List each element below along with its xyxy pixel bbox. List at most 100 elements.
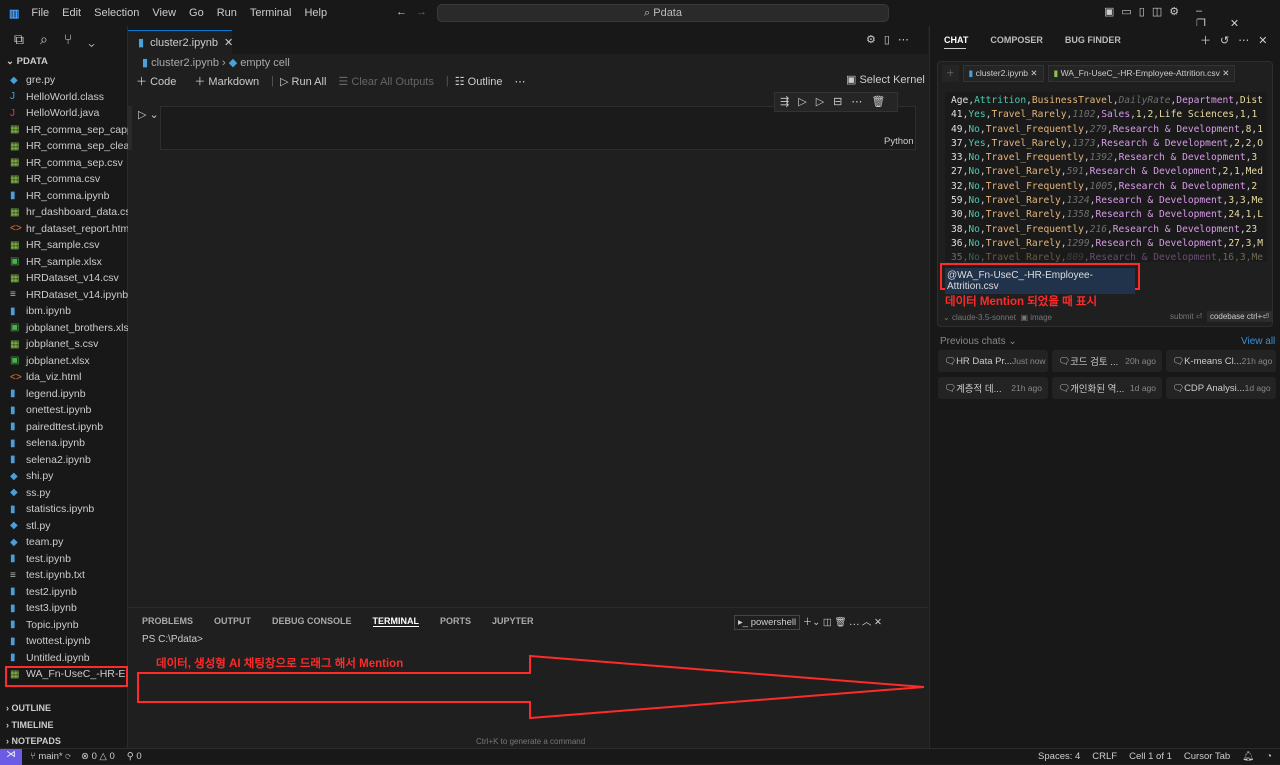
csv-cell: Yes <box>968 137 986 149</box>
remote-icon[interactable]: ⋊ <box>0 748 22 765</box>
csv-cell: Attrition <box>974 95 1027 106</box>
csv-cell: 1358 <box>1066 209 1090 221</box>
csv-cell: Me <box>1251 252 1263 262</box>
csv-cell: 3 <box>1239 195 1246 207</box>
csv-cell: Travel_Rarely <box>991 109 1067 121</box>
previous-chat-item[interactable]: 🗨 K-means Cl... 21h ago <box>1166 350 1276 372</box>
csv-cell: No <box>968 195 980 207</box>
status-item[interactable]: Spaces: 4 <box>1038 751 1080 762</box>
csv-cell: L <box>1257 209 1263 221</box>
csv-cell: 3 <box>1251 152 1258 164</box>
status-item[interactable]: CRLF <box>1092 751 1117 762</box>
csv-cell: 35 <box>951 252 963 262</box>
csv-cell: Med <box>1245 166 1263 178</box>
csv-cell: 30 <box>951 209 963 221</box>
codebase-button[interactable]: codebase ctrl+⏎ <box>1206 311 1272 322</box>
chat-tab-chat[interactable]: CHAT <box>944 35 968 45</box>
csv-cell: 3 <box>1228 195 1235 207</box>
csv-cell: 2 <box>1147 109 1154 121</box>
status-item[interactable]: Cursor Tab <box>1184 751 1230 762</box>
image-button[interactable]: ▣ image <box>1020 313 1052 322</box>
bell-icon[interactable]: 🔔︎ <box>1242 751 1254 762</box>
csv-cell: 32 <box>951 180 963 192</box>
chat-time: 1d ago <box>1244 383 1271 393</box>
context-tab[interactable]: ▮ cluster2.ipynb ✕ <box>962 65 1044 82</box>
chat-title: HR Data Pr... <box>956 355 1013 367</box>
copilot-icon[interactable]: ◔ <box>1266 751 1272 762</box>
chat-time: 20h ago <box>1125 356 1156 366</box>
csv-cell: 1 <box>1135 109 1142 121</box>
previous-chat-item[interactable]: 🗨 계층적 데... 21h ago <box>938 377 1048 399</box>
csv-cell: 2 <box>1245 137 1252 149</box>
csv-row: 27,No,Travel_Rarely,591,Research & Devel… <box>951 166 1263 178</box>
csv-cell: 279 <box>1089 123 1107 135</box>
chat-time: 21h ago <box>1241 356 1273 366</box>
csv-cell: Research & Development <box>1101 137 1229 149</box>
csv-cell: Yes <box>968 109 986 121</box>
csv-cell: 36 <box>951 237 963 249</box>
csv-row: 36,No,Travel_Rarely,1299,Research & Deve… <box>951 237 1263 249</box>
previous-chat-item[interactable]: 🗨 CDP Analysi... 1d ago <box>1166 377 1276 399</box>
previous-chat-item[interactable]: 🗨 코드 검토 ... 20h ago <box>1052 350 1162 372</box>
previous-chat-item[interactable]: 🗨 개인화된 역... 1d ago <box>1052 377 1162 399</box>
csv-cell: 1 <box>1234 166 1240 178</box>
csv-cell: Research & Development <box>1095 237 1223 249</box>
csv-cell: DailyRate <box>1118 95 1171 106</box>
branch-status[interactable]: ⑂ main* ⟳ <box>30 751 71 762</box>
context-tab-label: cluster2.ipynb <box>975 68 1029 78</box>
chat-tab-composer[interactable]: COMPOSER <box>990 35 1043 45</box>
csv-cell: Research & Development <box>1095 195 1223 207</box>
add-context-button[interactable]: ＋ <box>942 65 959 82</box>
chat-title: 코드 검토 ... <box>1070 357 1119 368</box>
ports-status[interactable]: ⚲ 0 <box>127 751 142 762</box>
csv-cell: 8 <box>1245 123 1252 135</box>
chat-time: 1d ago <box>1130 383 1156 393</box>
chat-actions[interactable]: ＋↺⋯✕ <box>1200 32 1276 48</box>
csv-cell: 27 <box>951 166 963 178</box>
csv-cell: No <box>968 180 980 192</box>
chat-tab-bug-finder[interactable]: BUG FINDER <box>1065 35 1121 45</box>
csv-cell: Department <box>1176 95 1235 106</box>
csv-cell: Research & Development <box>1089 166 1217 178</box>
csv-cell: Life Sciences <box>1159 109 1235 121</box>
csv-cell: Research & Development <box>1118 152 1246 164</box>
model-select[interactable]: ⌄ claude-3.5-sonnet <box>943 313 1016 322</box>
csv-cell: Research & Development <box>1112 223 1240 235</box>
csv-cell: 27 <box>1228 237 1240 249</box>
csv-cell: O <box>1257 137 1263 149</box>
csv-cell: 1299 <box>1066 237 1090 249</box>
csv-cell: 23 <box>1245 223 1258 235</box>
csv-cell: 3 <box>1245 237 1252 249</box>
csv-cell: Travel_Rarely <box>985 237 1061 249</box>
csv-row: 30,No,Travel_Rarely,1358,Research & Deve… <box>951 209 1263 221</box>
csv-cell: No <box>968 223 980 235</box>
chat-title: 계층적 데... <box>956 384 1002 395</box>
csv-cell: Research & Development <box>1112 123 1240 135</box>
csv-cell: 49 <box>951 123 963 135</box>
view-all-link[interactable]: View all <box>1241 336 1275 347</box>
csv-cell: 591 <box>1066 166 1084 178</box>
problems-status[interactable]: ⊗ 0 △ 0 <box>81 751 115 762</box>
chat-title: 개인화된 역... <box>1070 384 1125 395</box>
context-tab[interactable]: ▮ WA_Fn-UseC_-HR-Employee-Attrition.csv … <box>1047 65 1236 82</box>
csv-cell: 1102 <box>1072 109 1096 121</box>
previous-chat-item[interactable]: 🗨 HR Data Pr... Just now <box>938 350 1048 372</box>
chat-input-box[interactable]: ＋ ▮ cluster2.ipynb ✕ ▮ WA_Fn-UseC_-HR-Empl… <box>937 61 1273 327</box>
csv-cell: 2 <box>1222 166 1229 178</box>
csv-cell: 3 <box>1239 252 1246 262</box>
chat-tabs: CHAT COMPOSER BUG FINDER <box>944 35 1143 45</box>
mention-text[interactable]: @WA_Fn-UseC_-HR-Employee-Attrition.csv <box>945 268 1135 294</box>
csv-cell: 2 <box>1234 137 1240 149</box>
csv-row: 49,No,Travel_Frequently,279,Research & D… <box>951 123 1263 135</box>
csv-row: Age,Attrition,BusinessTravel,DailyRate,D… <box>951 95 1263 106</box>
csv-cell: 216 <box>1089 223 1107 235</box>
previous-chats-header[interactable]: Previous chats ⌄ <box>940 336 1017 347</box>
submit-button[interactable]: submit <box>1170 312 1194 321</box>
csv-cell: No <box>968 252 980 262</box>
csv-cell: No <box>968 166 980 178</box>
csv-cell: 1 <box>1257 123 1263 135</box>
csv-preview: Age,Attrition,BusinessTravel,DailyRate,D… <box>945 92 1267 262</box>
csv-cell: Age <box>951 95 969 106</box>
status-item[interactable]: Cell 1 of 1 <box>1129 751 1172 762</box>
status-bar: ⋊ ⑂ main* ⟳ ⊗ 0 △ 0 ⚲ 0 Spaces: 4 CRLF Cel… <box>0 748 1280 765</box>
